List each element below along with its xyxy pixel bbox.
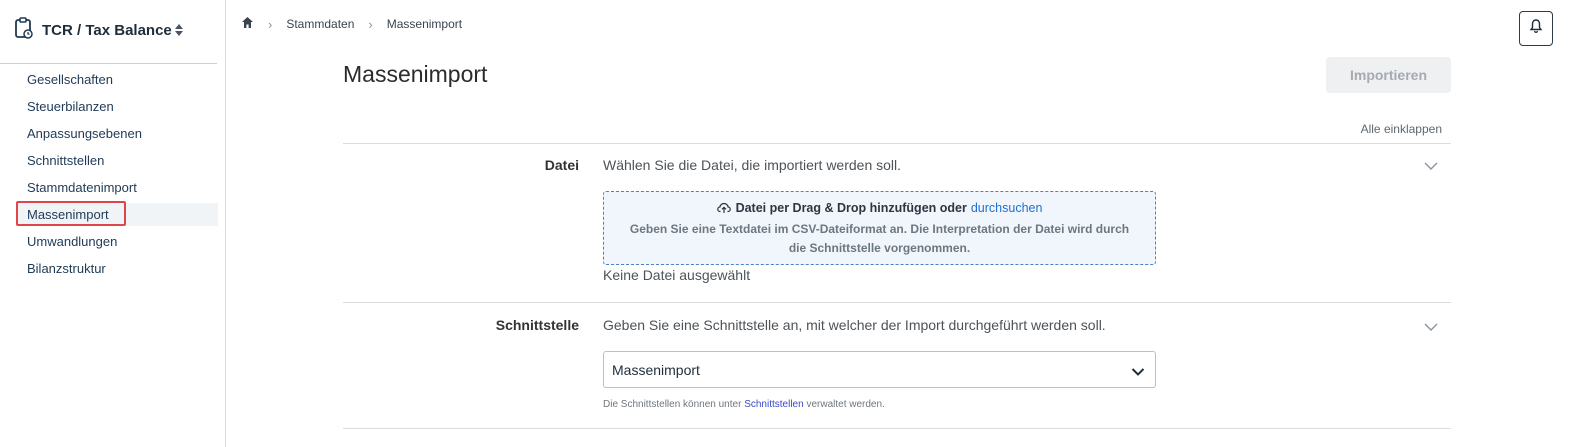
sidebar-item-label: Bilanzstruktur	[27, 261, 106, 276]
breadcrumb-separator-icon: ›	[268, 16, 273, 32]
sort-toggle-icon[interactable]	[174, 23, 184, 37]
dropzone-text: Datei per Drag & Drop hinzufügen oder	[735, 201, 967, 215]
sidebar-item-label: Gesellschaften	[27, 72, 113, 87]
breadcrumb-massenimport: Massenimport	[386, 17, 463, 31]
section-divider	[343, 302, 1451, 303]
breadcrumb-separator-icon: ›	[368, 16, 373, 32]
browse-link[interactable]: durchsuchen	[971, 201, 1043, 215]
sidebar-item-label: Steuerbilanzen	[27, 99, 114, 114]
sidebar-item-bilanzstruktur[interactable]: Bilanzstruktur	[16, 257, 218, 280]
breadcrumb-stammdaten[interactable]: Stammdaten	[286, 17, 354, 31]
file-status: Keine Datei ausgewählt	[603, 267, 751, 283]
breadcrumb: › Stammdaten › Massenimport	[241, 16, 462, 32]
sidebar-item-label: Anpassungsebenen	[27, 126, 142, 141]
sidebar: TCR / Tax Balance Gesellschaften Steuerb…	[0, 0, 226, 447]
sidebar-item-steuerbilanzen[interactable]: Steuerbilanzen	[16, 95, 218, 118]
chevron-down-icon[interactable]	[1424, 158, 1438, 176]
sidebar-item-label: Schnittstellen	[27, 153, 105, 168]
interface-helper-text: Die Schnittstellen können unter Schnitts…	[603, 399, 885, 410]
sidebar-nav: Gesellschaften Steuerbilanzen Anpassungs…	[0, 68, 218, 284]
section-divider	[343, 143, 1451, 144]
section-description-datei: Wählen Sie die Datei, die importiert wer…	[603, 157, 902, 173]
sidebar-item-anpassungsebenen[interactable]: Anpassungsebenen	[16, 122, 218, 145]
collapse-all-link[interactable]: Alle einklappen	[1361, 122, 1442, 136]
home-icon[interactable]	[241, 16, 254, 32]
schnittstellen-link[interactable]: Schnittstellen	[744, 399, 803, 410]
file-dropzone[interactable]: Datei per Drag & Drop hinzufügen oder du…	[603, 191, 1156, 265]
sidebar-item-label: Stammdatenimport	[27, 180, 137, 195]
sidebar-item-gesellschaften[interactable]: Gesellschaften	[16, 68, 218, 91]
section-label-schnittstelle: Schnittstelle	[495, 317, 579, 333]
interface-select[interactable]: Massenimport	[603, 351, 1156, 388]
section-label-datei: Datei	[544, 157, 579, 173]
sidebar-divider	[0, 63, 217, 64]
app-switcher[interactable]: TCR / Tax Balance	[14, 16, 184, 44]
helper-suffix: verwaltet werden.	[806, 399, 885, 410]
section-description-schnittstelle: Geben Sie eine Schnittstelle an, mit wel…	[603, 317, 1106, 333]
helper-prefix: Die Schnittstellen können unter	[603, 399, 742, 410]
selection-highlight	[16, 201, 126, 226]
dropzone-hint: Geben Sie eine Textdatei im CSV-Dateifor…	[629, 222, 1130, 255]
notifications-button[interactable]	[1519, 11, 1553, 46]
upload-icon	[716, 202, 731, 214]
app-title: TCR / Tax Balance	[42, 21, 172, 39]
sidebar-item-stammdatenimport[interactable]: Stammdatenimport	[16, 176, 218, 199]
import-button[interactable]: Importieren	[1326, 57, 1451, 93]
page-title: Massenimport	[343, 61, 488, 87]
sidebar-item-label: Umwandlungen	[27, 234, 118, 249]
interface-select-value: Massenimport	[612, 361, 700, 378]
section-divider	[343, 428, 1451, 429]
sidebar-item-schnittstellen[interactable]: Schnittstellen	[16, 149, 218, 172]
chevron-down-icon	[1131, 364, 1145, 380]
bell-icon	[1529, 18, 1543, 39]
sidebar-item-umwandlungen[interactable]: Umwandlungen	[16, 230, 218, 253]
chevron-down-icon[interactable]	[1424, 319, 1438, 337]
sidebar-item-massenimport[interactable]: Massenimport	[16, 201, 218, 226]
clipboard-icon	[14, 16, 34, 44]
